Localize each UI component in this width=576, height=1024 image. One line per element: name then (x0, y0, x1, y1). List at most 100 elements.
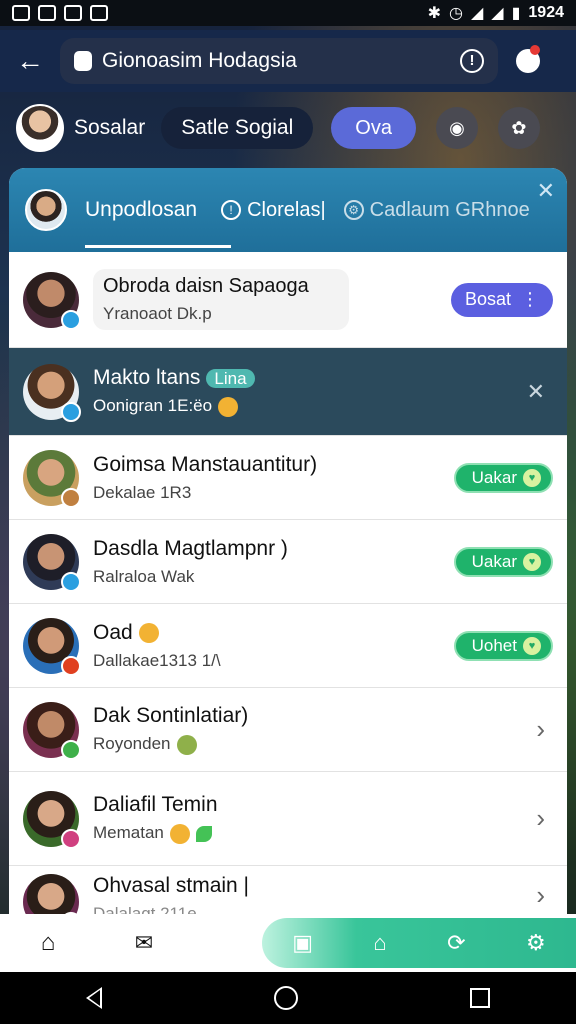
notification-icon (90, 5, 108, 21)
uohet-button[interactable]: Uohet ♥ (453, 630, 553, 661)
contact-sub: Yranoaot Dk.p (103, 304, 212, 323)
profile-row: Sosalar Satle Sogial Ova ◉ ✿ (0, 98, 576, 158)
avatar (23, 617, 81, 676)
verified-badge-icon (61, 309, 81, 330)
contact-name: Goimsa Manstauantitur) (93, 452, 318, 476)
notification-icon (64, 5, 82, 21)
uakar-button[interactable]: Uakar ♥ (453, 462, 553, 493)
system-nav-bar (0, 972, 576, 1024)
home-icon: ⌂ (40, 929, 56, 956)
tab-label: Unpodlosan (85, 198, 198, 221)
contact-name: Obroda daisn Sapaoga (103, 275, 309, 297)
list-item[interactable]: Ohvasal stmain | Dalalagt 211e › (9, 866, 567, 914)
uakar-button[interactable]: Uakar ♥ (453, 546, 553, 577)
signal-icon: ◢ (491, 5, 504, 22)
status-badge-icon (61, 655, 81, 676)
wifi-icon: ◢ (470, 5, 484, 22)
info-icon[interactable]: ! (460, 49, 484, 73)
avatar (23, 701, 81, 760)
emoji-icon (218, 396, 239, 417)
emoji-icon (138, 622, 159, 643)
smile-icon: ♥ (523, 468, 541, 487)
status-bar: ✱ ◷ ◢ ◢ ▮ 1924 (0, 0, 576, 26)
list-item[interactable]: Dasdla Magtlampnr ) Ralraloa Wak Uakar ♥ (9, 520, 567, 604)
back-icon[interactable] (86, 987, 102, 1009)
contact-sub: Royonden (93, 734, 171, 754)
back-arrow-icon[interactable]: ← (0, 45, 60, 77)
chevron-right-icon[interactable]: › (536, 803, 545, 834)
search-field[interactable]: Gionoasim Hodagsia ! (60, 38, 498, 84)
list-item[interactable]: Dak Sontinlatiar) Royonden › (9, 688, 567, 772)
notification-dot (530, 45, 540, 55)
status-badge-icon (61, 739, 81, 760)
refresh-icon[interactable]: ⟳ (447, 930, 465, 956)
leaf-icon (195, 825, 212, 842)
lock-icon (74, 51, 92, 71)
verified-badge-icon (61, 401, 81, 422)
avatar (23, 533, 81, 592)
list-item[interactable]: Oad Dallakae1313 1/\ Uohet ♥ (9, 604, 567, 688)
tab-clorelas[interactable]: ! Clorelas| (221, 199, 326, 222)
recents-icon[interactable] (470, 988, 490, 1008)
close-icon[interactable]: ✕ (527, 379, 545, 405)
message-bubble: Obroda daisn Sapaoga Yranoaot Dk.p (93, 269, 349, 330)
nav-inbox[interactable]: ✉ (96, 914, 192, 972)
contact-sub: Dalalagt 211e (93, 904, 197, 914)
profile-name: Sosalar (74, 116, 146, 139)
tag-chip: Lina (206, 369, 255, 389)
contact-name: Oad (93, 620, 133, 644)
verified-badge-icon (61, 571, 81, 592)
card-header: Unpodlosan ! Clorelas| ⚙ Cadlaum GRhnoe ✕ (9, 168, 567, 252)
nav-home[interactable]: ⌂ (0, 914, 96, 972)
settings-icon[interactable]: ⚙ (526, 930, 546, 956)
contact-sub: Oonigran 1E:ёо (93, 396, 213, 416)
status-badge-icon (61, 828, 81, 849)
list-item[interactable]: Obroda daisn Sapaoga Yranoaot Dk.p Bosat… (9, 252, 567, 348)
status-badge-icon (61, 487, 81, 508)
top-bar: ← Gionoasim Hodagsia ! (0, 30, 576, 92)
smile-icon: ♥ (523, 636, 541, 655)
search-text: Gionoasim Hodagsia (102, 49, 297, 72)
book-icon[interactable]: ▣ (292, 930, 313, 956)
clock-icon: ! (221, 200, 242, 220)
contact-name: Makto ltans (93, 366, 201, 390)
ova-chip[interactable]: Ova (331, 107, 416, 149)
notification-icon (38, 5, 56, 21)
contact-name: Dak Sontinlatiar) (93, 704, 249, 728)
contact-sub: Ralraloa Wak (93, 566, 195, 586)
avatar (23, 874, 81, 914)
list-item[interactable]: Makto ltans Lina Oonigran 1E:ёо ✕ (9, 348, 567, 436)
bosat-button[interactable]: Bosat ⋮ (450, 282, 553, 317)
alarm-icon: ◷ (449, 5, 463, 22)
avatar (23, 271, 81, 330)
tab-cadlaum[interactable]: ⚙ Cadlaum GRhnoe (343, 198, 530, 222)
chevron-right-icon[interactable]: › (536, 714, 545, 745)
notification-icon (12, 5, 30, 21)
contact-sub: Dallakae1313 1/\ (93, 650, 221, 670)
chevron-right-icon[interactable]: › (536, 880, 545, 911)
emoji-icon (169, 823, 190, 844)
close-icon[interactable]: ✕ (537, 178, 555, 204)
house-icon[interactable]: ⌂ (373, 930, 386, 956)
home-circle-icon[interactable] (274, 986, 298, 1010)
camera-icon[interactable]: ◉ (435, 107, 478, 149)
smile-icon: ♥ (523, 552, 541, 571)
palette-icon[interactable]: ✿ (497, 107, 540, 149)
avatar (23, 363, 81, 422)
list-item[interactable]: Daliafil Temin Mematan › (9, 772, 567, 866)
contact-text: Makto ltans Lina Oonigran 1E:ёо (93, 366, 527, 417)
avatar[interactable] (25, 189, 67, 231)
settings-icon: ⚙ (343, 200, 364, 220)
user-menu-button[interactable] (498, 45, 558, 73)
contact-sub: Mematan (93, 823, 164, 843)
mail-icon: ✉ (134, 930, 154, 955)
contacts-card: Unpodlosan ! Clorelas| ⚙ Cadlaum GRhnoe ✕ … (9, 168, 567, 914)
avatar[interactable] (16, 104, 64, 152)
tab-updates[interactable]: Unpodlosan (85, 198, 232, 248)
social-chip[interactable]: Satle Sogial (161, 107, 314, 149)
avatar (23, 790, 81, 849)
tab-label: Cadlaum GRhnoe (369, 198, 530, 221)
list-item[interactable]: Goimsa Manstauantitur) Dekalae 1R3 Uakar ♥ (9, 436, 567, 520)
status-time: 1924 (528, 4, 564, 21)
tab-label: Clorelas| (247, 198, 326, 221)
